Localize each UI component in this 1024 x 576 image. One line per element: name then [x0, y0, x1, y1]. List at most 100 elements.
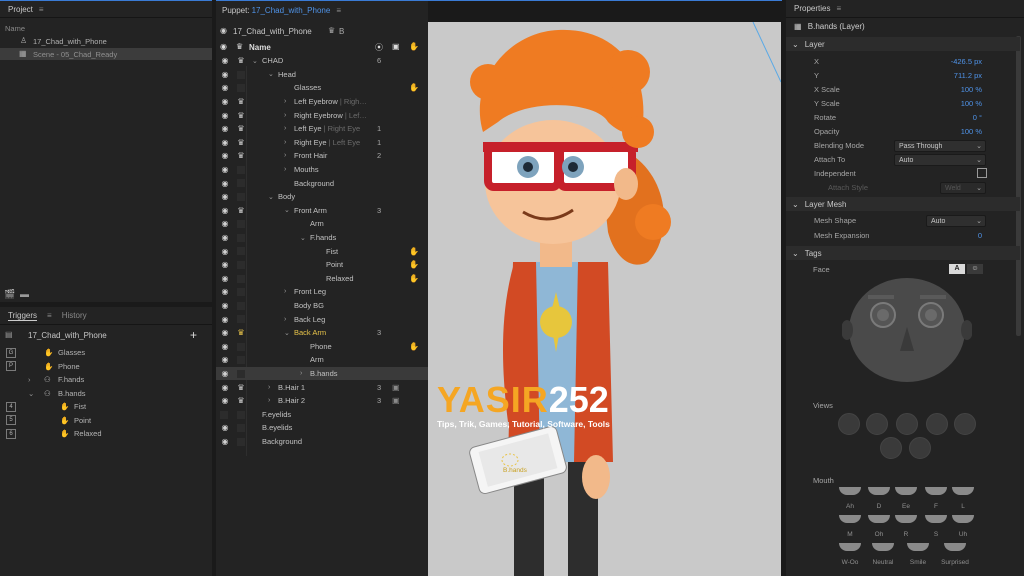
layer-row[interactable]: ◉ B.eyelids [216, 421, 428, 435]
eye-icon[interactable]: ◉ [220, 83, 230, 92]
face-text-button[interactable]: A [949, 264, 965, 274]
crown-icon[interactable]: ♛ [236, 124, 246, 133]
chevron-right-icon[interactable]: › [284, 288, 286, 295]
hamburger-icon[interactable]: ≡ [336, 6, 341, 15]
layer-row[interactable]: ◉ Fist ✋ [216, 244, 428, 258]
eye-icon[interactable]: ◉ [220, 111, 230, 120]
trigger-key[interactable]: 4 [6, 401, 16, 412]
trigger-row[interactable]: 6 ✋ Relaxed [0, 427, 212, 441]
layer-row[interactable]: ◉ ♛ › Right Eyebrow | Lef… [216, 108, 428, 122]
crown-icon[interactable]: ♛ [236, 396, 246, 405]
crown-icon[interactable] [237, 301, 245, 310]
layer-row[interactable]: ◉ › Front Leg [216, 285, 428, 299]
chevron-down-icon[interactable]: ⌄ [300, 234, 306, 242]
section-tags[interactable]: ⌄ Tags [786, 246, 1020, 260]
crown-icon[interactable] [237, 165, 245, 174]
mouth-shape[interactable] [839, 515, 861, 523]
eye-icon[interactable]: ◉ [220, 179, 230, 188]
trigger-puppet-row[interactable]: ▤ 17_Chad_with_Phone + [0, 328, 212, 342]
crown-icon[interactable] [237, 288, 245, 297]
camera-icon[interactable]: ▣ [392, 396, 400, 405]
chevron-right-icon[interactable]: › [284, 112, 286, 119]
layer-row[interactable]: ◉ ⌄ Head [216, 68, 428, 82]
eye-icon[interactable]: ◉ [220, 219, 230, 228]
layer-row[interactable]: ◉ › B.hands [216, 366, 428, 381]
trigger-row[interactable]: P ✋ Phone [0, 360, 212, 374]
crown-icon[interactable] [237, 193, 245, 201]
hand-icon[interactable]: ✋ [409, 342, 419, 351]
eye-icon[interactable]: ◉ [220, 315, 230, 324]
eye-icon[interactable]: ◉ [220, 165, 230, 174]
hand-icon[interactable]: ✋ [409, 274, 419, 283]
crown-icon[interactable] [237, 274, 245, 283]
prop-xscale-value[interactable]: 100 % [961, 85, 982, 94]
layer-row[interactable]: ◉ ♛ › Front Hair 2 [216, 149, 428, 163]
eye-icon[interactable]: ◉ [220, 369, 230, 378]
trigger-row[interactable]: G ✋ Glasses [0, 346, 212, 360]
folder-icon[interactable]: ▬ [20, 289, 29, 299]
eye-icon[interactable] [220, 410, 228, 419]
crown-icon[interactable] [237, 261, 245, 269]
puppet-selector[interactable]: 17_Chad_with_Phone [233, 27, 312, 36]
eye-icon[interactable]: ◉ [220, 383, 230, 392]
tab-history[interactable]: History [62, 311, 87, 320]
chevron-right-icon[interactable]: › [268, 397, 270, 404]
chevron-right-icon[interactable]: › [268, 384, 270, 391]
crown-icon[interactable] [237, 410, 245, 419]
chevron-right-icon[interactable]: › [284, 166, 286, 173]
mouth-shape[interactable] [952, 487, 974, 495]
new-scene-icon[interactable]: 🎬 [4, 289, 15, 300]
chevron-right-icon[interactable]: › [300, 370, 302, 377]
mouth-shape[interactable] [952, 515, 974, 523]
layer-row[interactable]: ◉ ♛ › Right Eye | Left Eye 1 [216, 136, 428, 150]
view-right-quarter[interactable] [926, 413, 948, 435]
eye-icon[interactable]: ◉ [220, 260, 230, 269]
eye-icon[interactable]: ◉ [220, 192, 230, 201]
mouth-shape[interactable] [839, 487, 861, 495]
view-left-profile[interactable] [896, 413, 918, 435]
layer-row[interactable]: ◉ Point ✋ [216, 258, 428, 272]
trigger-key[interactable]: 6 [6, 428, 16, 439]
eye-icon[interactable]: ◉ [220, 423, 230, 432]
puppet-selector-row[interactable]: ◉ 17_Chad_with_Phone ♛ B [216, 24, 428, 38]
layer-row[interactable]: ◉ ♛ › B.Hair 2 3 ▣ [216, 394, 428, 408]
layer-row[interactable]: ◉ ⌄ F.hands [216, 231, 428, 245]
crown-icon[interactable] [237, 315, 245, 324]
eye-icon[interactable]: ◉ [220, 70, 230, 79]
crown-icon[interactable] [237, 70, 245, 79]
trigger-row[interactable]: › ⚇ F.hands [0, 373, 212, 387]
face-icon-button[interactable]: ☺ [967, 264, 983, 274]
prop-opacity-value[interactable]: 100 % [961, 127, 982, 136]
mouth-shape[interactable] [925, 515, 947, 523]
puppet-title-link[interactable]: 17_Chad_with_Phone [252, 6, 331, 15]
trigger-row[interactable]: 4 ✋ Fist [0, 400, 212, 414]
layer-row[interactable]: ◉ ♛ › Left Eyebrow | Righ… [216, 95, 428, 109]
trigger-row[interactable]: 5 ✋ Point [0, 414, 212, 428]
mouth-shape[interactable] [907, 543, 929, 551]
crown-icon[interactable] [237, 342, 245, 351]
eye-icon[interactable]: ◉ [220, 274, 230, 283]
crown-icon[interactable]: ♛ [236, 383, 246, 392]
layer-row[interactable]: ◉ › Mouths [216, 163, 428, 177]
chevron-down-icon[interactable]: ⌄ [284, 329, 290, 337]
hand-icon[interactable]: ✋ [409, 83, 419, 92]
mesh-shape-dropdown[interactable]: Auto ⌄ [926, 215, 986, 227]
layer-row[interactable]: ◉ Body BG [216, 299, 428, 313]
eye-icon[interactable]: ◉ [220, 287, 230, 296]
mouth-shape[interactable] [895, 515, 917, 523]
mouth-shape[interactable] [895, 487, 917, 495]
layer-row[interactable]: ◉ Glasses ✋ [216, 81, 428, 95]
eye-icon[interactable]: ◉ [220, 437, 230, 446]
view-left-quarter[interactable] [866, 413, 888, 435]
layer-row[interactable]: ◉ Phone ✋ [216, 340, 428, 354]
hand-icon[interactable]: ✋ [409, 260, 419, 269]
project-item[interactable]: ♙ 17_Chad_with_Phone [0, 35, 212, 47]
crown-icon[interactable] [237, 437, 245, 446]
layer-row[interactable]: ◉ ♛ ⌄ Back Arm 3 [216, 326, 428, 340]
eye-icon[interactable]: ◉ [220, 355, 230, 364]
crown-icon[interactable]: ♛ [236, 206, 246, 215]
crown-icon[interactable] [237, 179, 245, 188]
view-right-profile[interactable] [954, 413, 976, 435]
crown-icon[interactable]: ♛ [236, 97, 246, 106]
eye-icon[interactable]: ◉ [220, 247, 230, 256]
